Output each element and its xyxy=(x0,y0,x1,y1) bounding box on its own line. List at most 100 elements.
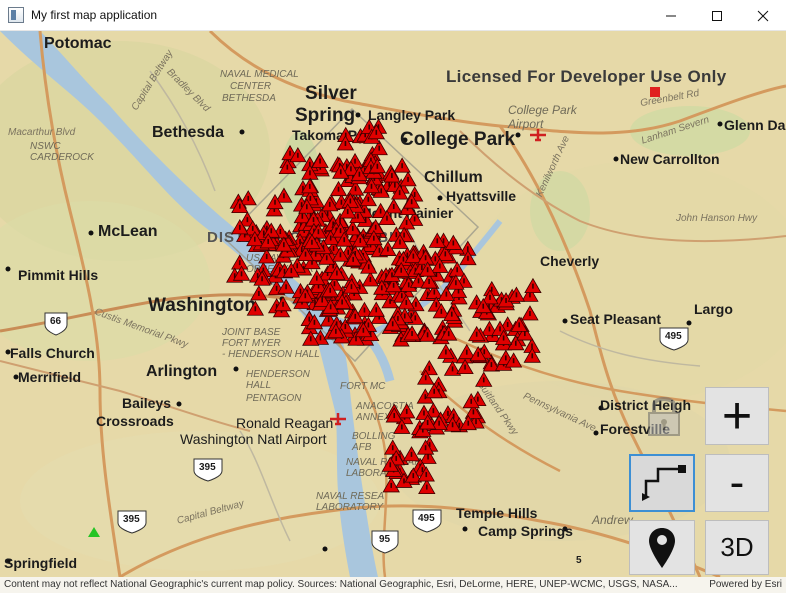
incident-marker-glyph xyxy=(304,293,307,299)
incident-marker-glyph xyxy=(339,169,342,175)
incident-marker-glyph xyxy=(401,424,403,430)
incident-marker-glyph xyxy=(300,202,303,208)
incident-marker-glyph xyxy=(488,326,491,332)
incident-marker-glyph xyxy=(317,229,320,235)
incident-marker-glyph xyxy=(374,224,377,230)
incident-marker-glyph xyxy=(391,272,393,278)
incident-marker-glyph xyxy=(403,478,405,484)
incident-marker-glyph xyxy=(499,326,501,332)
incident-marker-glyph xyxy=(387,246,389,252)
incident-marker-glyph xyxy=(393,413,396,419)
incident-marker-glyph xyxy=(390,482,393,488)
incident-marker-glyph xyxy=(354,158,356,164)
incident-marker-glyph xyxy=(329,304,332,310)
incident-marker-glyph xyxy=(424,394,427,400)
incident-marker-glyph xyxy=(247,195,250,201)
incident-marker-glyph xyxy=(412,253,415,259)
incident-marker-glyph xyxy=(309,170,311,176)
incident-marker-glyph xyxy=(531,353,534,359)
incident-marker-glyph xyxy=(413,192,416,198)
incident-marker-glyph xyxy=(354,313,357,319)
route-button[interactable] xyxy=(629,454,695,512)
incident-marker-glyph xyxy=(413,216,416,222)
incident-marker-glyph xyxy=(392,203,395,209)
incident-marker-glyph xyxy=(401,163,403,169)
incident-marker-glyph xyxy=(529,292,531,298)
incident-marker-glyph xyxy=(436,238,439,244)
incident-marker-glyph xyxy=(301,213,304,219)
incident-marker-glyph xyxy=(512,358,515,364)
incident-marker-glyph xyxy=(421,265,423,271)
incident-marker-glyph xyxy=(299,239,301,245)
incident-marker-glyph xyxy=(319,158,321,164)
incident-marker-glyph xyxy=(279,229,282,235)
close-button[interactable] xyxy=(740,0,786,31)
incident-marker-glyph xyxy=(451,422,454,428)
incident-marker-glyph xyxy=(414,315,417,321)
incident-marker-glyph xyxy=(375,307,378,313)
incident-marker-glyph xyxy=(423,410,425,416)
incident-marker-glyph xyxy=(373,235,375,241)
incident-marker-glyph xyxy=(375,129,378,135)
incident-marker-glyph xyxy=(389,298,391,304)
incident-marker-glyph xyxy=(337,186,340,192)
incident-marker-glyph xyxy=(315,275,318,281)
incident-marker-glyph xyxy=(425,484,428,490)
incident-marker-glyph xyxy=(490,362,493,368)
lock-icon[interactable] xyxy=(644,393,684,437)
incident-marker-glyph xyxy=(475,419,477,425)
incident-marker-glyph xyxy=(411,331,413,337)
maximize-button[interactable] xyxy=(694,0,740,31)
incident-marker-glyph xyxy=(450,311,453,317)
incident-marker-glyph xyxy=(438,263,441,269)
incident-marker-glyph xyxy=(405,220,408,226)
minimize-button[interactable] xyxy=(648,0,694,31)
incident-marker-glyph xyxy=(239,203,241,209)
incident-marker-glyph xyxy=(329,287,331,293)
incident-marker-glyph xyxy=(389,462,392,468)
incident-marker-glyph xyxy=(432,408,435,414)
incident-marker-glyph xyxy=(344,141,347,147)
incident-marker-glyph xyxy=(477,396,479,402)
incident-marker-glyph xyxy=(398,190,401,196)
incident-marker-glyph xyxy=(367,196,370,202)
incident-marker-glyph xyxy=(357,213,359,219)
incident-marker-glyph xyxy=(399,239,401,245)
incident-marker-glyph xyxy=(238,260,241,266)
incident-marker-glyph xyxy=(458,422,461,428)
incident-marker-glyph xyxy=(368,124,371,130)
incident-marker-glyph xyxy=(296,263,299,269)
zoom-out-button[interactable]: - xyxy=(705,454,769,512)
incident-marker-glyph xyxy=(524,331,526,337)
incident-marker-glyph xyxy=(309,195,312,201)
incident-marker-glyph xyxy=(238,224,241,230)
incident-marker-glyph xyxy=(328,201,331,207)
incident-marker-glyph xyxy=(352,256,354,262)
incident-marker-glyph xyxy=(477,351,479,357)
add-pin-button[interactable] xyxy=(629,520,695,575)
incident-marker-glyph xyxy=(445,349,447,355)
incident-marker-glyph xyxy=(327,317,330,323)
map-pin-icon xyxy=(649,527,675,568)
incident-marker-glyph xyxy=(283,268,286,274)
incident-marker-glyph xyxy=(339,228,342,234)
incident-marker-glyph xyxy=(386,215,388,221)
powered-by: Powered by Esri xyxy=(709,579,782,590)
incident-marker-glyph xyxy=(258,290,260,296)
view-3d-button[interactable]: 3D xyxy=(705,520,769,575)
incident-marker-glyph xyxy=(483,349,486,355)
incident-marker-glyph xyxy=(395,232,398,238)
incident-marker-glyph xyxy=(452,240,455,246)
incident-marker-glyph xyxy=(369,276,372,282)
incident-marker-glyph xyxy=(445,291,448,297)
incident-marker-glyph xyxy=(270,228,273,234)
zoom-in-button[interactable]: + xyxy=(705,387,769,445)
incident-marker-glyph xyxy=(426,332,429,338)
incident-marker-glyph xyxy=(407,176,409,182)
incident-marker-glyph xyxy=(380,188,383,194)
incident-marker-glyph xyxy=(343,237,346,243)
incident-marker-glyph xyxy=(434,256,437,262)
incident-marker-glyph xyxy=(400,267,403,273)
map-view[interactable]: Potomac Capital Beltway Bradley Blvd NAV… xyxy=(0,31,786,577)
incident-marker-glyph xyxy=(378,145,381,151)
